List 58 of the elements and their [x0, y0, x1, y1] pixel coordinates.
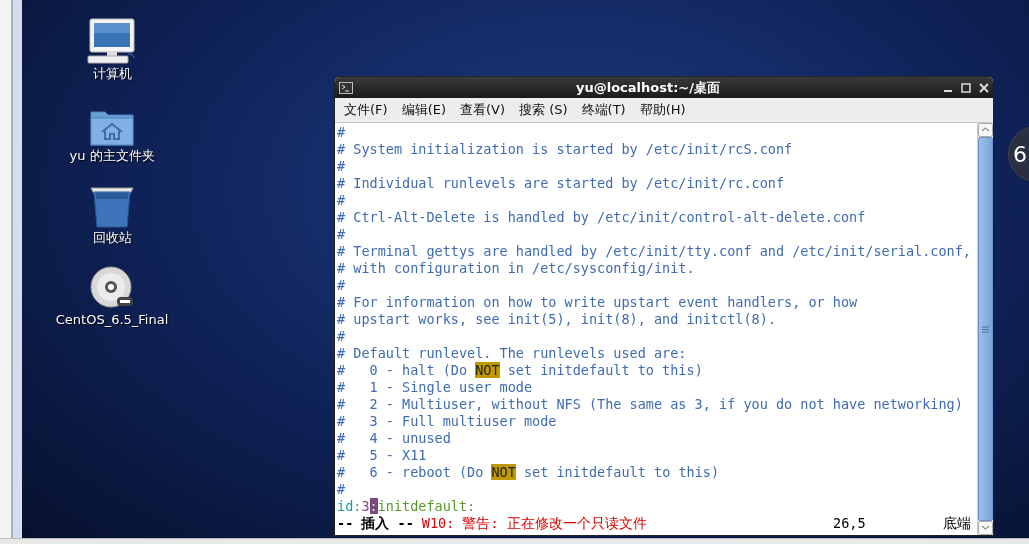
comment-text: #	[337, 124, 346, 140]
dvd-disc-icon	[90, 266, 134, 310]
warning-message: W10: 警告: 正在修改一个只读文件	[421, 515, 647, 532]
comment-text: set initdefault to this)	[506, 362, 703, 378]
text-cursor: :	[369, 498, 378, 514]
cursor-position: 26,5	[833, 515, 867, 532]
home-folder-icon	[90, 108, 134, 146]
search-highlight: NOT	[475, 362, 500, 378]
comment-text: # 6 - reboot (Do	[337, 464, 485, 480]
desktop-icon-label[interactable]: 回收站	[92, 230, 132, 246]
separator-text: :	[467, 498, 476, 514]
comment-text: # 4 - unused	[337, 430, 451, 446]
comment-text: # 2 - Multiuser, without NFS (The same as 3, if you do not have networking)	[337, 396, 963, 412]
window-title: yu@localhost:~/桌面	[575, 78, 721, 97]
trash-icon	[90, 186, 134, 228]
comment-text: # 5 - X11	[337, 447, 427, 463]
comment-text: # For information on how to write upstart event handlers, or how	[337, 294, 858, 310]
config-value: initdefault	[377, 498, 468, 514]
mode-indicator: -- 插入 --	[337, 515, 414, 532]
desktop-icon-label[interactable]: CentOS_6.5_Final	[55, 312, 169, 328]
grip-icon	[982, 325, 989, 333]
scroll-down-icon[interactable]	[978, 521, 993, 535]
comment-text: # Terminal gettys are handled by /etc/init/tty.conf and /etc/init/serial.conf,	[337, 243, 971, 259]
maximize-icon[interactable]	[961, 82, 971, 93]
comment-text: # Individual runlevels are started by /etc/init/rc.conf	[337, 175, 785, 191]
menu-item[interactable]: 终端(T)	[574, 100, 633, 120]
menu-item[interactable]: 文件(F)	[337, 100, 395, 120]
comment-text: # 0 - halt (Do	[337, 362, 469, 378]
close-icon[interactable]	[979, 82, 989, 93]
comment-text: # 1 - Single user mode	[337, 379, 533, 395]
menu-item[interactable]: 编辑(E)	[394, 100, 453, 120]
comment-text: #	[337, 158, 346, 174]
desktop-icon-label[interactable]: 计算机	[92, 66, 132, 82]
comment-text: # Ctrl-Alt-Delete is handled by /etc/init/control-alt-delete.conf	[337, 209, 866, 225]
comment-text: #	[337, 277, 346, 293]
comment-text: # System initialization is started by /etc/init/rcS.conf	[337, 141, 793, 157]
comment-text: # Default runlevel. The runlevels used are:	[337, 345, 687, 361]
comment-text: #	[337, 192, 346, 208]
config-key: id	[337, 498, 354, 514]
search-highlight: NOT	[491, 464, 516, 480]
menu-item[interactable]: 搜索 (S)	[512, 100, 575, 120]
comment-text: #	[337, 226, 346, 242]
menu-item[interactable]: 帮助(H)	[632, 100, 693, 120]
runlevel-number: 3	[361, 498, 370, 514]
comment-text: set initdefault to this)	[522, 464, 720, 480]
separator-text: :	[353, 498, 362, 514]
desktop-icon-label[interactable]: yu 的主文件夹	[69, 148, 155, 164]
computer-icon	[87, 18, 137, 64]
comment-text: # upstart works, see init(5), init(8), and initctl(8).	[337, 311, 776, 327]
terminal-icon	[339, 81, 353, 94]
scroll-up-icon[interactable]	[978, 123, 993, 137]
comment-text: # 3 - Full multiuser mode	[337, 413, 557, 429]
scroll-position: 底端	[943, 515, 971, 532]
comment-text: #	[337, 481, 346, 497]
menu-item[interactable]: 查看(V)	[453, 100, 513, 120]
comment-text: # with configuration in /etc/sysconfig/init.	[337, 260, 695, 276]
clock-digit: 6	[1013, 140, 1027, 169]
comment-text: #	[337, 328, 346, 344]
